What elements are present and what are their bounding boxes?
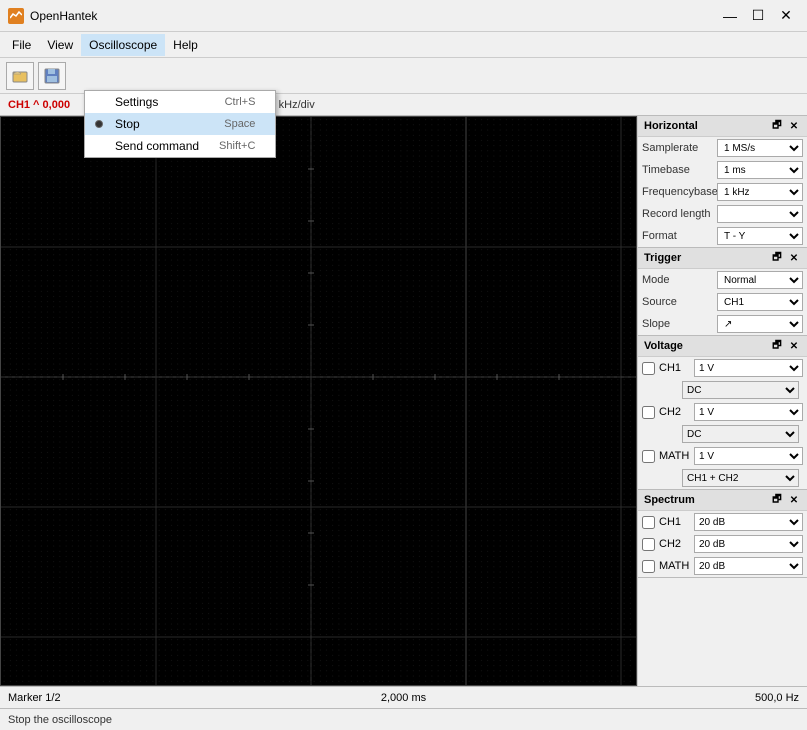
menu-file[interactable]: File bbox=[4, 34, 39, 56]
frequencybase-row: Frequencybase 1 kHz bbox=[638, 181, 807, 203]
menu-stop[interactable]: Stop Space bbox=[85, 113, 275, 135]
bottom-status-bar: Stop the oscilloscope bbox=[0, 708, 807, 730]
voltage-ch2-select[interactable]: 1 V bbox=[694, 403, 803, 421]
timebase-row: Timebase 1 ms bbox=[638, 159, 807, 181]
voltage-header: Voltage 🗗 ✕ bbox=[638, 336, 807, 357]
save-icon bbox=[44, 68, 60, 84]
close-button[interactable]: ✕ bbox=[773, 5, 799, 27]
samplerate-select[interactable]: 1 MS/s bbox=[717, 139, 803, 157]
trigger-source-row: Source CH1 bbox=[638, 291, 807, 313]
format-row: Format T - Y bbox=[638, 225, 807, 247]
marker-label: Marker 1/2 bbox=[8, 692, 272, 704]
menu-send-command[interactable]: Send command Shift+C bbox=[85, 135, 275, 157]
open-button[interactable] bbox=[6, 62, 34, 90]
spectrum-ch1-row: CH1 20 dB bbox=[638, 511, 807, 533]
maximize-button[interactable]: ☐ bbox=[745, 5, 771, 27]
grid-overlay: 1 2 bbox=[1, 117, 636, 685]
menu-settings[interactable]: Settings Ctrl+S bbox=[85, 91, 275, 113]
recordlength-select[interactable] bbox=[717, 205, 803, 223]
horizontal-close-icon[interactable]: ✕ bbox=[787, 119, 801, 133]
frequencybase-select[interactable]: 1 kHz bbox=[717, 183, 803, 201]
trigger-header: Trigger 🗗 ✕ bbox=[638, 248, 807, 269]
spectrum-ch2-checkbox[interactable] bbox=[642, 538, 655, 551]
menu-help[interactable]: Help bbox=[165, 34, 206, 56]
voltage-math-select[interactable]: 1 V bbox=[694, 447, 803, 465]
marker-bar: Marker 1/2 2,000 ms 500,0 Hz bbox=[0, 686, 807, 708]
status-text: Stop the oscilloscope bbox=[8, 714, 112, 726]
voltage-ch1-select[interactable]: 1 V bbox=[694, 359, 803, 377]
stop-radio-icon bbox=[95, 120, 103, 128]
timebase-select[interactable]: 1 ms bbox=[717, 161, 803, 179]
voltage-ch2-coupling-select[interactable]: DC bbox=[682, 425, 799, 443]
minimize-button[interactable]: — bbox=[717, 5, 743, 27]
format-select[interactable]: T - Y bbox=[717, 227, 803, 245]
main-area: 1 2 Horizontal 🗗 ✕ Samplerate 1 MS/s bbox=[0, 116, 807, 686]
voltage-math-checkbox[interactable] bbox=[642, 450, 655, 463]
menu-bar: File View Oscilloscope Help Settings Ctr… bbox=[0, 32, 807, 58]
marker-time: 2,000 ms bbox=[272, 692, 536, 704]
trigger-mode-select[interactable]: Normal bbox=[717, 271, 803, 289]
window-title: OpenHantek bbox=[30, 9, 717, 23]
recordlength-row: Record length bbox=[638, 203, 807, 225]
horizontal-restore-icon[interactable]: 🗗 bbox=[770, 119, 784, 133]
voltage-close-icon[interactable]: ✕ bbox=[787, 339, 801, 353]
oscilloscope-canvas: 1 2 bbox=[0, 116, 637, 686]
oscilloscope-dropdown: Settings Ctrl+S Stop Space Send command … bbox=[84, 90, 276, 158]
voltage-math-row: MATH 1 V bbox=[638, 445, 807, 467]
trigger-mode-row: Mode Normal bbox=[638, 269, 807, 291]
voltage-ch1-checkbox[interactable] bbox=[642, 362, 655, 375]
voltage-section: Voltage 🗗 ✕ CH1 1 V DC bbox=[638, 336, 807, 490]
horizontal-section: Horizontal 🗗 ✕ Samplerate 1 MS/s Timebas… bbox=[638, 116, 807, 248]
app-icon bbox=[8, 8, 24, 24]
voltage-restore-icon[interactable]: 🗗 bbox=[770, 339, 784, 353]
spectrum-math-row: MATH 20 dB bbox=[638, 555, 807, 577]
toolbar bbox=[0, 58, 807, 94]
spectrum-restore-icon[interactable]: 🗗 bbox=[770, 493, 784, 507]
voltage-ch2-row: CH2 1 V bbox=[638, 401, 807, 423]
spectrum-ch1-select[interactable]: 20 dB bbox=[694, 513, 803, 531]
trigger-slope-select[interactable]: ↗ bbox=[717, 315, 803, 333]
title-bar: OpenHantek — ☐ ✕ bbox=[0, 0, 807, 32]
menu-oscilloscope[interactable]: Oscilloscope bbox=[81, 34, 165, 56]
right-panel: Horizontal 🗗 ✕ Samplerate 1 MS/s Timebas… bbox=[637, 116, 807, 686]
open-icon bbox=[12, 68, 28, 84]
marker-freq: 500,0 Hz bbox=[535, 692, 799, 704]
trigger-source-select[interactable]: CH1 bbox=[717, 293, 803, 311]
voltage-ch1-coupling-select[interactable]: DC bbox=[682, 381, 799, 399]
window-controls: — ☐ ✕ bbox=[717, 5, 799, 27]
ch1-info: CH1 ^ 0,000 bbox=[8, 99, 70, 111]
voltage-math-op-select[interactable]: CH1 + CH2 bbox=[682, 469, 799, 487]
spectrum-ch1-checkbox[interactable] bbox=[642, 516, 655, 529]
spectrum-math-checkbox[interactable] bbox=[642, 560, 655, 573]
trigger-slope-row: Slope ↗ bbox=[638, 313, 807, 335]
menu-view[interactable]: View bbox=[39, 34, 81, 56]
samplerate-row: Samplerate 1 MS/s bbox=[638, 137, 807, 159]
spectrum-ch2-select[interactable]: 20 dB bbox=[694, 535, 803, 553]
voltage-ch1-row: CH1 1 V bbox=[638, 357, 807, 379]
trigger-section: Trigger 🗗 ✕ Mode Normal Source CH1 Slop bbox=[638, 248, 807, 336]
horizontal-header: Horizontal 🗗 ✕ bbox=[638, 116, 807, 137]
spectrum-header: Spectrum 🗗 ✕ bbox=[638, 490, 807, 511]
voltage-ch2-checkbox[interactable] bbox=[642, 406, 655, 419]
trigger-restore-icon[interactable]: 🗗 bbox=[770, 251, 784, 265]
save-button[interactable] bbox=[38, 62, 66, 90]
spectrum-math-select[interactable]: 20 dB bbox=[694, 557, 803, 575]
trigger-close-icon[interactable]: ✕ bbox=[787, 251, 801, 265]
spectrum-ch2-row: CH2 20 dB bbox=[638, 533, 807, 555]
spectrum-section: Spectrum 🗗 ✕ CH1 20 dB CH2 20 dB bbox=[638, 490, 807, 578]
spectrum-close-icon[interactable]: ✕ bbox=[787, 493, 801, 507]
